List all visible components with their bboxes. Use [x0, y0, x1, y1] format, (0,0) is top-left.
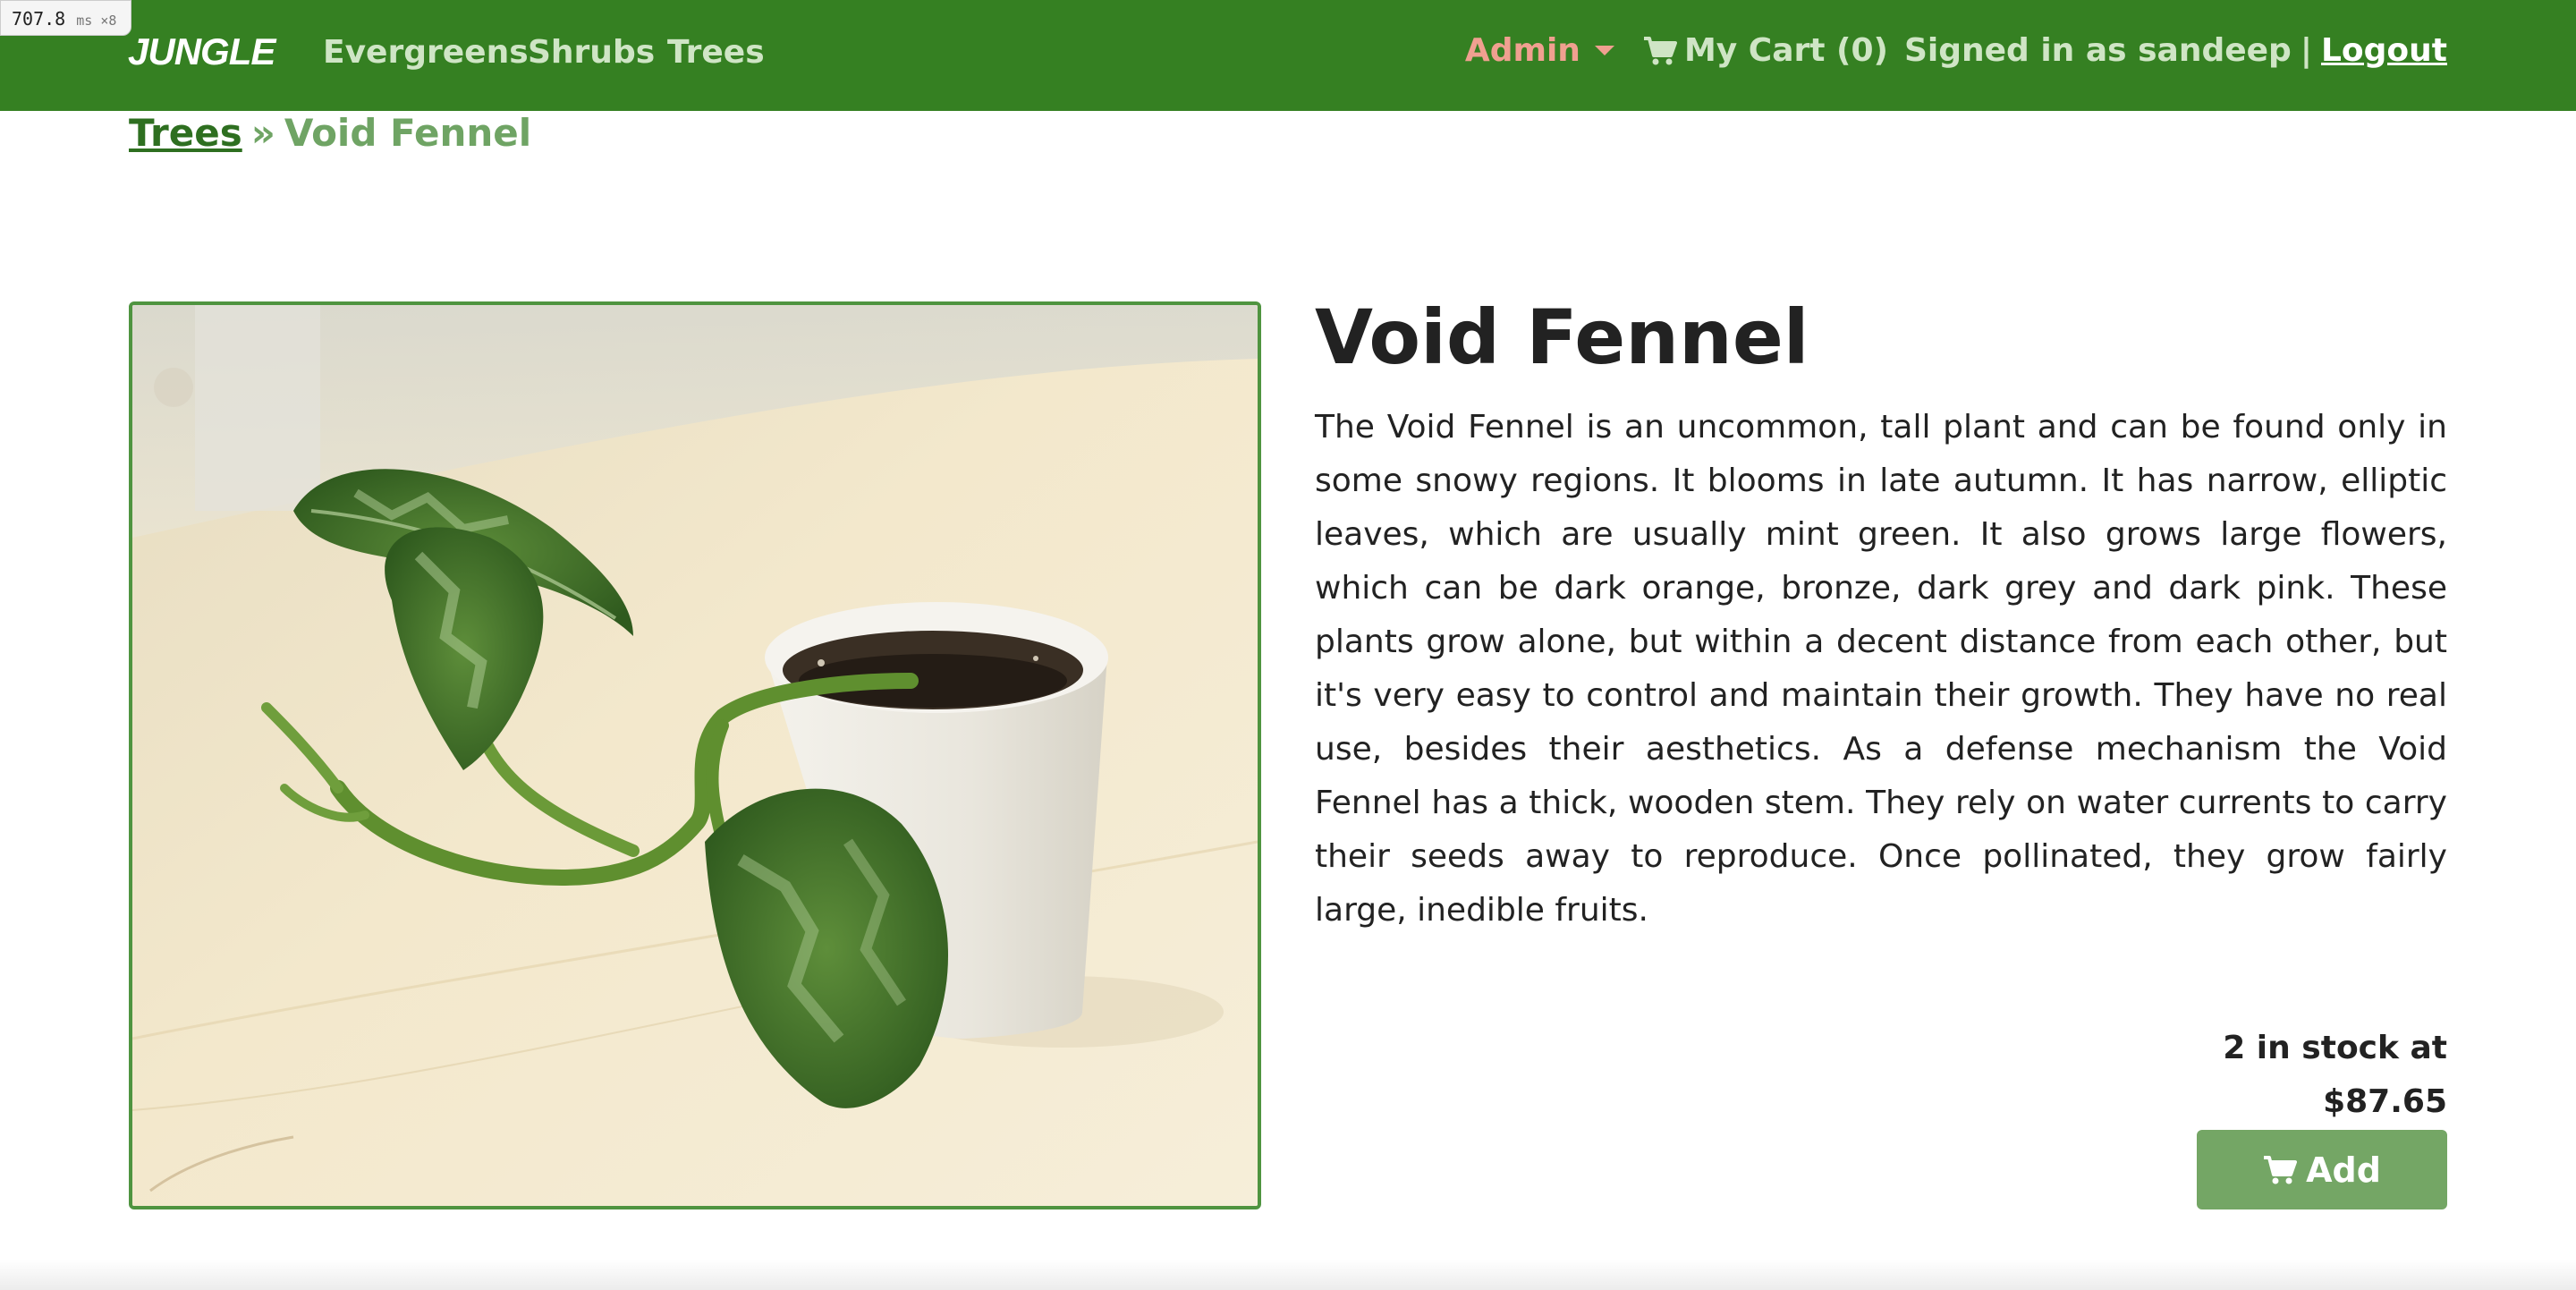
admin-dropdown-toggle[interactable]: Admin	[1465, 32, 1614, 69]
product-price: $87.65	[2323, 1083, 2447, 1120]
nav-link-trees[interactable]: Trees	[667, 34, 765, 71]
brand-logo-link[interactable]: JUNGLE	[128, 30, 275, 73]
breadcrumb: Trees» Void Fennel	[129, 111, 531, 155]
cart-label: My Cart (0)	[1683, 32, 1888, 69]
breadcrumb-link-trees[interactable]: Trees	[129, 111, 242, 155]
nav-link-evergreens[interactable]: Evergreens	[323, 34, 529, 71]
caret-down-icon	[1594, 46, 1614, 55]
product-description: The Void Fennel is an uncommon, tall pla…	[1315, 409, 2447, 929]
nav-separator: |	[2300, 32, 2312, 69]
product-title: Void Fennel	[1315, 293, 1809, 381]
shopping-cart-icon	[2264, 1155, 2298, 1184]
plant-photo	[132, 305, 1258, 1206]
nav-user-area: Admin My Cart (0) Signed in as sandeep |…	[1465, 32, 2447, 69]
top-navbar: JUNGLE Evergreens Shrubs Trees Admin My …	[0, 0, 2576, 111]
add-button-label: Add	[2306, 1150, 2381, 1190]
shopping-cart-icon	[1643, 36, 1677, 64]
render-timing-badge: 707.8 ms ×8	[0, 0, 132, 36]
nav-link-shrubs[interactable]: Shrubs	[528, 34, 655, 71]
signed-in-text: Signed in as sandeep	[1903, 32, 2292, 69]
stock-price-block: 2 in stock at $87.65	[2223, 1022, 2447, 1129]
breadcrumb-separator: »	[250, 111, 275, 155]
breadcrumb-current: Void Fennel	[284, 111, 532, 155]
product-image	[129, 301, 1261, 1209]
timing-unit: ms ×8	[76, 13, 117, 29]
timing-value: 707.8	[12, 8, 66, 30]
add-to-cart-button[interactable]: Add	[2197, 1130, 2447, 1209]
my-cart-link[interactable]: My Cart (0)	[1643, 32, 1888, 69]
page-bottom-shadow	[0, 1260, 2576, 1290]
admin-label: Admin	[1464, 32, 1580, 69]
logout-link[interactable]: Logout	[2321, 32, 2447, 69]
stock-line: 2 in stock at	[2223, 1030, 2447, 1066]
